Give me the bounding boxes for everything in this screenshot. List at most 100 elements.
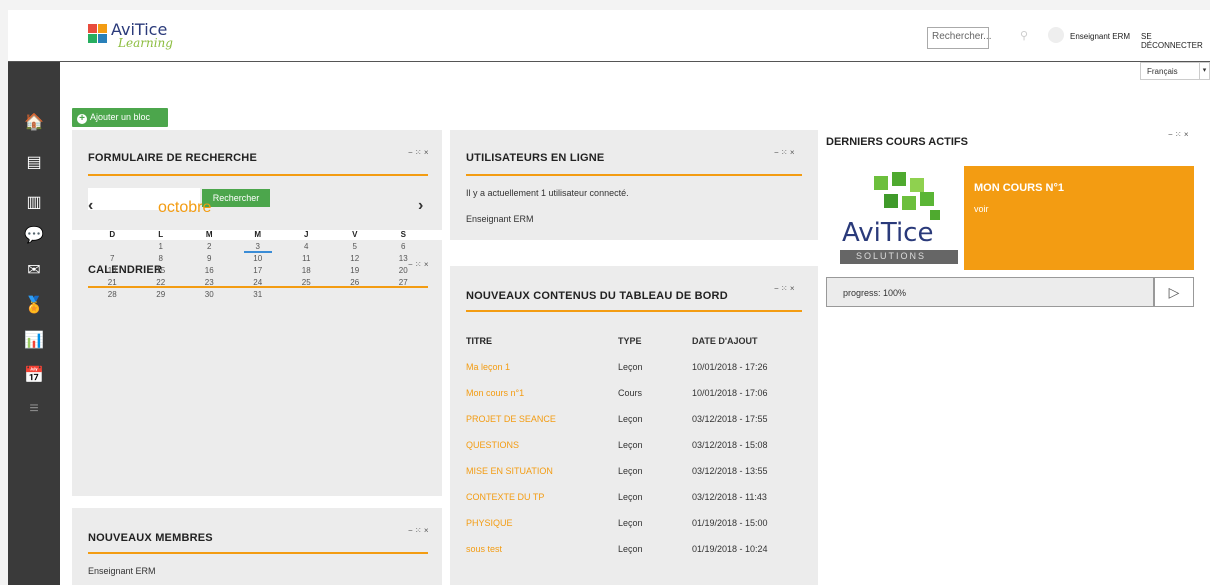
- content-title-link[interactable]: QUESTIONS: [466, 440, 618, 450]
- block-controls[interactable]: − ⁙ ×: [408, 148, 429, 157]
- search-block-button[interactable]: Rechercher: [202, 189, 270, 207]
- calendar-day[interactable]: 10: [234, 254, 283, 266]
- calendar-day[interactable]: 26: [331, 278, 380, 290]
- content-title-link[interactable]: PHYSIQUE: [466, 518, 618, 528]
- calendar-day[interactable]: 16: [185, 266, 234, 278]
- calendar-day[interactable]: 27: [379, 278, 428, 290]
- calendar-day: [282, 290, 331, 302]
- calendar-next-button[interactable]: ›: [418, 197, 423, 215]
- table-header-row: TITRE TYPE DATE D'AJOUT: [466, 328, 806, 354]
- table-row: Mon cours n°1 Cours 10/01/2018 - 17:06: [466, 380, 806, 406]
- logo[interactable]: AviTice Learning: [88, 18, 178, 54]
- calendar-day[interactable]: 5: [331, 242, 380, 254]
- content-title-link[interactable]: sous test: [466, 544, 618, 554]
- calendar-day[interactable]: 12: [331, 254, 380, 266]
- calendar-day[interactable]: 17: [234, 266, 283, 278]
- course-progress: progress: 100%: [826, 277, 1154, 307]
- calendar-day[interactable]: 28: [88, 290, 137, 302]
- calendar-day[interactable]: 25: [282, 278, 331, 290]
- stats-icon[interactable]: 📊: [23, 330, 45, 352]
- calendar-day[interactable]: 21: [88, 278, 137, 290]
- content-title-link[interactable]: Ma leçon 1: [466, 362, 618, 372]
- calendar-day[interactable]: 7: [88, 254, 137, 266]
- calendar-day[interactable]: 13: [379, 254, 428, 266]
- content-type: Leçon: [618, 440, 643, 450]
- title-underline: [466, 310, 802, 312]
- calendar-day[interactable]: 11: [282, 254, 331, 266]
- calendar-day[interactable]: 1: [137, 242, 186, 254]
- content-date: 03/12/2018 - 11:43: [692, 492, 767, 502]
- badge-icon[interactable]: 🏅: [23, 295, 45, 317]
- calendar-week: 28 29 30 31: [88, 290, 428, 302]
- search-block-title: FORMULAIRE DE RECHERCHE: [88, 152, 257, 164]
- messages-icon[interactable]: 💬: [23, 225, 45, 247]
- mail-icon[interactable]: ✉: [23, 260, 45, 282]
- content-type: Leçon: [618, 414, 643, 424]
- calendar-icon[interactable]: 📅: [23, 365, 45, 387]
- block-controls[interactable]: − ⁙ ×: [774, 148, 795, 157]
- app-frame: AviTice Learning Rechercher... ⚲ Enseign…: [8, 10, 1210, 585]
- column-header: TYPE: [618, 336, 642, 346]
- library-icon[interactable]: ▥: [23, 192, 45, 214]
- home-icon[interactable]: 🏠: [23, 112, 45, 134]
- course-image-text: AviTice: [842, 218, 934, 248]
- calendar-day[interactable]: 31: [234, 290, 283, 302]
- calendar-day[interactable]: 24: [234, 278, 283, 290]
- calendar-day[interactable]: 29: [137, 290, 186, 302]
- calendar-day[interactable]: 4: [282, 242, 331, 254]
- member-link[interactable]: Enseignant ERM: [88, 566, 156, 576]
- calendar-day[interactable]: 2: [185, 242, 234, 254]
- calendar-day[interactable]: 9: [185, 254, 234, 266]
- search-input[interactable]: Rechercher...: [927, 27, 991, 49]
- content-type: Leçon: [618, 492, 643, 502]
- course-thumbnail[interactable]: AviTice SOLUTIONS: [826, 166, 964, 270]
- content-title-link[interactable]: MISE EN SITUATION: [466, 466, 618, 476]
- calendar-day[interactable]: 19: [331, 266, 380, 278]
- block-controls[interactable]: − ⁙ ×: [1168, 130, 1189, 139]
- search-icon[interactable]: ⚲: [1020, 29, 1028, 42]
- calendar-day[interactable]: 14: [88, 266, 137, 278]
- language-select[interactable]: Français ▾: [1140, 62, 1210, 80]
- avatar[interactable]: [1048, 27, 1064, 43]
- block-controls[interactable]: − ⁙ ×: [774, 284, 795, 293]
- content-type: Leçon: [618, 518, 643, 528]
- courses-icon[interactable]: ▤: [23, 152, 45, 174]
- content-date: 03/12/2018 - 15:08: [692, 440, 768, 450]
- menu-icon[interactable]: ≡: [23, 398, 45, 420]
- calendar-day[interactable]: 15: [137, 266, 186, 278]
- logo-tiles-icon: [88, 24, 108, 44]
- online-users-title: UTILISATEURS EN LIGNE: [466, 152, 605, 164]
- calendar-day[interactable]: 18: [282, 266, 331, 278]
- online-status-text: Il y a actuellement 1 utilisateur connec…: [466, 188, 629, 198]
- course-card[interactable]: MON COURS N°1 voir: [964, 166, 1194, 270]
- course-name[interactable]: MON COURS N°1: [974, 182, 1064, 194]
- calendar-day[interactable]: 6: [379, 242, 428, 254]
- calendar-day-today[interactable]: 3: [234, 242, 283, 254]
- calendar-day[interactable]: 8: [137, 254, 186, 266]
- add-block-label: Ajouter un bloc: [90, 112, 151, 122]
- block-controls[interactable]: − ⁙ ×: [408, 526, 429, 535]
- logout-button[interactable]: SE DÉCONNECTER: [1141, 32, 1210, 50]
- calendar-day[interactable]: 30: [185, 290, 234, 302]
- content-type: Leçon: [618, 466, 643, 476]
- content-title-link[interactable]: Mon cours n°1: [466, 388, 618, 398]
- search-block: FORMULAIRE DE RECHERCHE − ⁙ × Rechercher: [72, 130, 442, 230]
- chevron-down-icon: ▾: [1199, 63, 1209, 79]
- online-user-link[interactable]: Enseignant ERM: [466, 214, 534, 224]
- course-view-link[interactable]: voir: [974, 204, 989, 214]
- add-block-button[interactable]: + Ajouter un bloc: [72, 108, 168, 127]
- calendar-week: 7 8 9 10 11 12 13: [88, 254, 428, 266]
- title-underline: [88, 174, 428, 176]
- user-name[interactable]: Enseignant ERM: [1070, 32, 1130, 41]
- content-title-link[interactable]: PROJET DE SEANCE: [466, 414, 618, 424]
- online-users-block: UTILISATEURS EN LIGNE − ⁙ × Il y a actue…: [450, 130, 818, 240]
- play-icon[interactable]: ▷: [1154, 277, 1194, 307]
- calendar-day[interactable]: 20: [379, 266, 428, 278]
- column-header: TITRE: [466, 336, 492, 346]
- calendar-day[interactable]: 23: [185, 278, 234, 290]
- content-title-link[interactable]: CONTEXTE DU TP: [466, 492, 618, 502]
- table-row: Ma leçon 1 Leçon 10/01/2018 - 17:26: [466, 354, 806, 380]
- calendar-prev-button[interactable]: ‹: [88, 197, 93, 215]
- calendar-month: octobre: [158, 199, 212, 216]
- calendar-day[interactable]: 22: [137, 278, 186, 290]
